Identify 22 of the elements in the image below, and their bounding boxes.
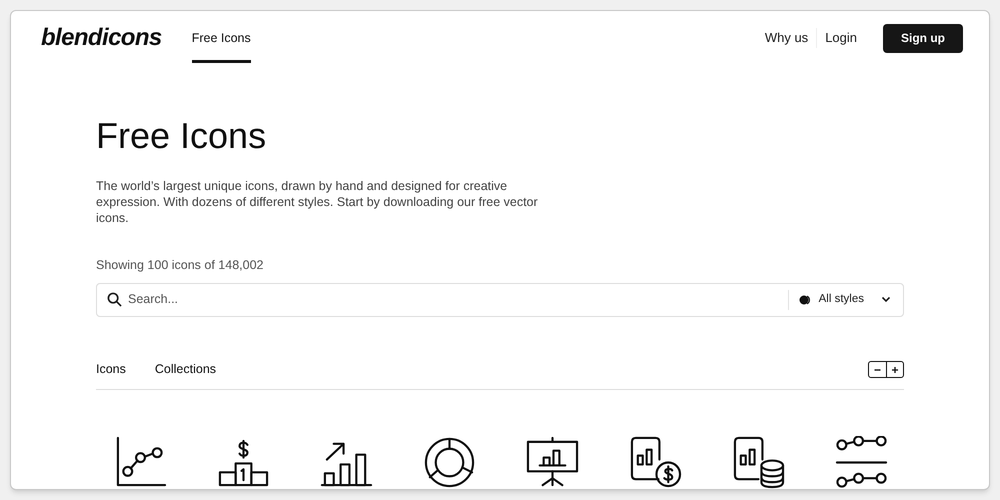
nav-link[interactable]: Login [816, 28, 865, 48]
style-dropdown[interactable]: All styles [798, 291, 893, 308]
report-coins-icon[interactable] [732, 436, 785, 489]
signup-button[interactable]: Sign up [883, 24, 963, 52]
logo[interactable]: blendicons [41, 20, 162, 56]
search-field[interactable]: Search... All styles [96, 282, 904, 317]
page-title: Free Icons [96, 114, 268, 158]
tab[interactable]: Icons [96, 360, 126, 380]
donut-chart-icon[interactable] [423, 436, 476, 489]
sliders-icon[interactable] [835, 436, 888, 489]
search-icon [107, 292, 122, 308]
zoom-out-button[interactable]: − [869, 362, 886, 378]
line-chart-icon[interactable] [114, 436, 167, 489]
report-coin-icon[interactable] [629, 436, 682, 489]
zoom-in-button[interactable]: + [886, 362, 903, 378]
chevron-down-icon [881, 296, 891, 304]
tab[interactable]: Collections [154, 360, 216, 380]
nav-link[interactable]: Why us [756, 28, 816, 48]
result-count: Showing 100 icons of 148,002 [96, 257, 264, 274]
presentation-board-icon[interactable] [526, 436, 579, 489]
nav-link[interactable]: Free Icons [192, 13, 251, 63]
description: The world’s largest unique icons, drawn by hand and designed for creative expression. With dozens of different styles. Start by downloading our free vector icons. [96, 178, 539, 226]
